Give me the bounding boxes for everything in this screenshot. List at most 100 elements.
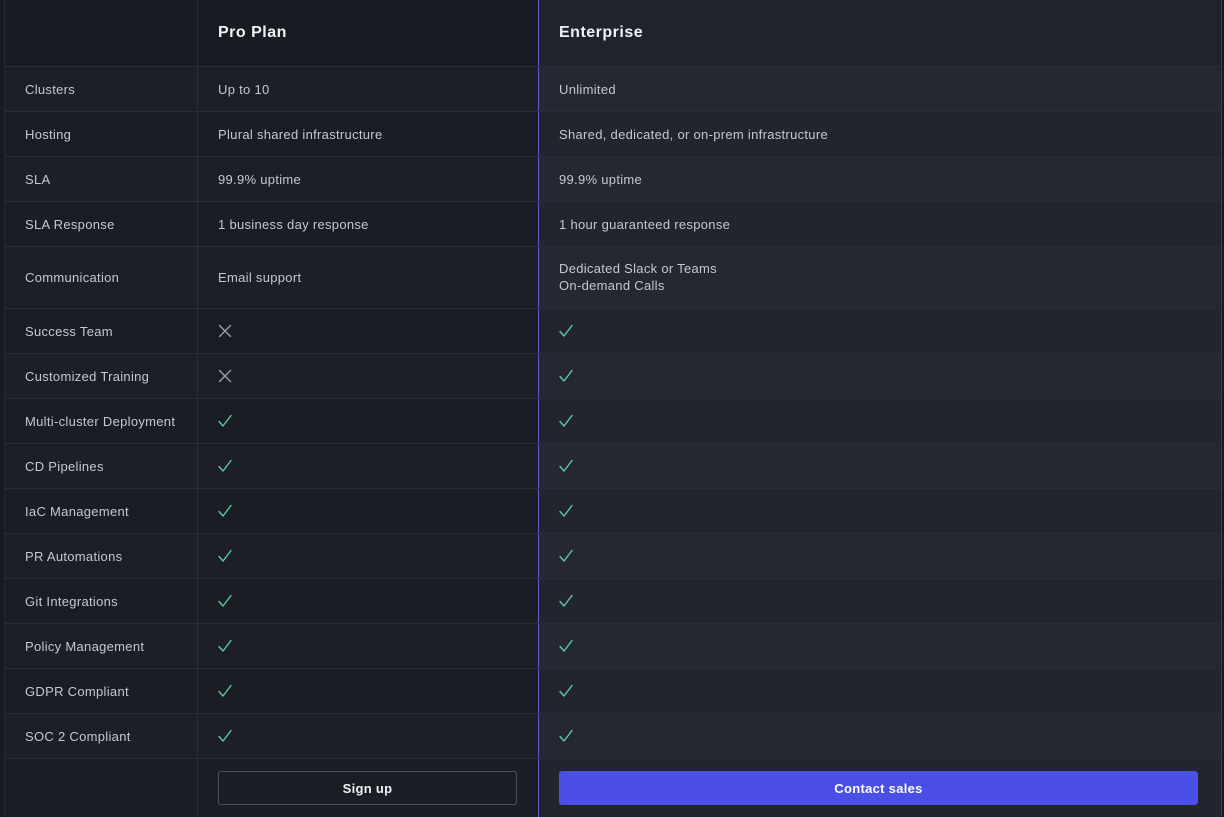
feature-label: GDPR Compliant [5, 669, 198, 713]
check-icon [218, 459, 232, 473]
enterprise-plan-value-line: On-demand Calls [559, 278, 665, 293]
check-icon [559, 369, 573, 383]
table-row: Hosting Plural shared infrastructure Share… [5, 112, 1221, 157]
feature-label: Success Team [5, 309, 198, 353]
check-icon [559, 324, 573, 338]
pro-plan-value: Plural shared infrastructure [218, 126, 383, 142]
pro-plan-cell [198, 669, 539, 713]
feature-label: Git Integrations [5, 579, 198, 623]
table-row: CD Pipelines [5, 444, 1221, 489]
check-icon [559, 549, 573, 563]
pro-plan-title: Pro Plan [198, 0, 539, 66]
enterprise-plan-cell [539, 354, 1221, 398]
cross-icon [218, 324, 232, 338]
sign-up-button[interactable]: Sign up [218, 771, 517, 805]
pro-plan-cell [198, 309, 539, 353]
enterprise-plan-cell: Shared, dedicated, or on-prem infrastruc… [539, 112, 1221, 156]
pro-plan-cell [198, 624, 539, 668]
enterprise-plan-value-lines: Dedicated Slack or Teams On-demand Calls [559, 262, 717, 293]
check-icon [218, 729, 232, 743]
table-row: Success Team [5, 309, 1221, 354]
pro-plan-cell [198, 534, 539, 578]
enterprise-plan-value: 1 hour guaranteed response [559, 216, 731, 232]
plan-comparison-panel: Pro Plan Enterprise Clusters Up to 10 Unli… [4, 0, 1222, 817]
table-row: SLA Response 1 business day response 1 hou… [5, 202, 1221, 247]
header-empty-cell [5, 0, 198, 66]
table-row: Communication Email support Dedicated Slac… [5, 247, 1221, 309]
feature-label: Customized Training [5, 354, 198, 398]
enterprise-plan-cell [539, 579, 1221, 623]
pro-plan-value: Email support [218, 270, 302, 285]
enterprise-plan-cell [539, 624, 1221, 668]
check-icon [218, 594, 232, 608]
enterprise-plan-cell [539, 399, 1221, 443]
contact-sales-button[interactable]: Contact sales [559, 771, 1198, 805]
pro-plan-cell [198, 444, 539, 488]
pro-plan-cell: 1 business day response [198, 202, 539, 246]
feature-label: SOC 2 Compliant [5, 714, 198, 758]
enterprise-plan-cell: 99.9% uptime [539, 157, 1221, 201]
pro-plan-cell [198, 489, 539, 533]
comparison-table: Pro Plan Enterprise Clusters Up to 10 Unli… [5, 0, 1221, 817]
check-icon [218, 549, 232, 563]
table-row: Multi-cluster Deployment [5, 399, 1221, 444]
pro-cta-cell: Sign up [198, 759, 539, 817]
enterprise-plan-title: Enterprise [539, 0, 1221, 66]
feature-label: IaC Management [5, 489, 198, 533]
check-icon [559, 414, 573, 428]
pro-plan-cell [198, 399, 539, 443]
pro-plan-cell: 99.9% uptime [198, 157, 539, 201]
table-row: Customized Training [5, 354, 1221, 399]
table-footer-row: Sign up Contact sales [5, 759, 1221, 817]
pro-plan-value: 99.9% uptime [218, 171, 302, 187]
enterprise-cta-cell: Contact sales [539, 759, 1221, 817]
feature-label: SLA Response [5, 202, 198, 246]
check-icon [218, 414, 232, 428]
pro-plan-cell: Plural shared infrastructure [198, 112, 539, 156]
table-row: Git Integrations [5, 579, 1221, 624]
feature-label: CD Pipelines [5, 444, 198, 488]
table-row: PR Automations [5, 534, 1221, 579]
pro-plan-cell [198, 714, 539, 758]
enterprise-plan-cell: 1 hour guaranteed response [539, 202, 1221, 246]
footer-empty-cell [5, 759, 198, 817]
feature-label: Hosting [5, 112, 198, 156]
check-icon [559, 459, 573, 473]
enterprise-plan-cell: Dedicated Slack or Teams On-demand Calls [539, 247, 1221, 308]
pro-plan-cell [198, 579, 539, 623]
feature-label: SLA [5, 157, 198, 201]
check-icon [218, 639, 232, 653]
feature-label: Multi-cluster Deployment [5, 399, 198, 443]
table-row: Clusters Up to 10 Unlimited [5, 67, 1221, 112]
enterprise-plan-cell: Unlimited [539, 67, 1221, 111]
enterprise-plan-cell [539, 489, 1221, 533]
pro-plan-cell [198, 354, 539, 398]
check-icon [218, 504, 232, 518]
table-row: SLA 99.9% uptime 99.9% uptime [5, 157, 1221, 202]
table-row: SOC 2 Compliant [5, 714, 1221, 759]
table-row: IaC Management [5, 489, 1221, 534]
feature-label: Clusters [5, 67, 198, 111]
enterprise-plan-cell [539, 444, 1221, 488]
feature-label: Policy Management [5, 624, 198, 668]
enterprise-plan-value-line: Dedicated Slack or Teams [559, 261, 717, 276]
enterprise-plan-value: 99.9% uptime [559, 171, 643, 187]
check-icon [559, 639, 573, 653]
pro-plan-cell: Email support [198, 247, 539, 308]
check-icon [218, 684, 232, 698]
feature-label: Communication [5, 247, 198, 308]
check-icon [559, 729, 573, 743]
enterprise-plan-value: Shared, dedicated, or on-prem infrastruc… [559, 126, 828, 142]
check-icon [559, 594, 573, 608]
feature-label: PR Automations [5, 534, 198, 578]
enterprise-plan-cell [539, 714, 1221, 758]
check-icon [559, 504, 573, 518]
table-header-row: Pro Plan Enterprise [5, 0, 1221, 67]
enterprise-plan-cell [539, 669, 1221, 713]
pro-plan-value: Up to 10 [218, 81, 270, 97]
enterprise-plan-cell [539, 534, 1221, 578]
enterprise-plan-value: Unlimited [559, 81, 616, 97]
check-icon [559, 684, 573, 698]
table-row: Policy Management [5, 624, 1221, 669]
table-row: GDPR Compliant [5, 669, 1221, 714]
